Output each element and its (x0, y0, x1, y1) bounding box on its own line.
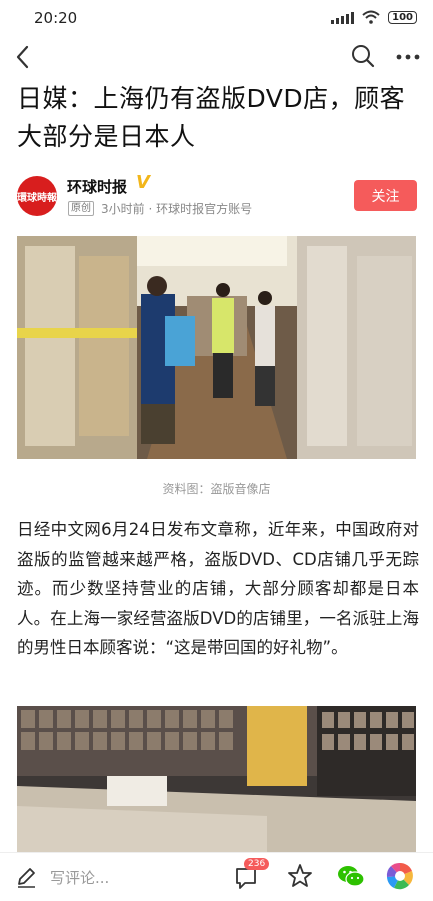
follow-button[interactable]: 关注 (354, 180, 417, 211)
article-image-dvd-racks[interactable] (17, 706, 416, 852)
wechat-icon[interactable] (336, 863, 366, 889)
pen-icon[interactable] (15, 866, 37, 888)
wifi-icon (362, 10, 380, 24)
comment-count-badge: 236 (244, 858, 270, 870)
bottom-action-bar: 写评论... 236 (0, 852, 433, 901)
author-name[interactable]: 环球时报 (67, 176, 127, 197)
comment-input[interactable]: 写评论... (50, 867, 109, 888)
battery-icon: 100 (388, 10, 417, 24)
moments-icon[interactable] (386, 862, 414, 890)
author-row: 環球時報 环球时报 V 原创 3小时前 · 环球时报官方账号 关注 (17, 172, 417, 220)
shop-photo-illustration (17, 236, 416, 459)
dvd-racks-illustration (17, 706, 416, 852)
image-caption: 资料图：盗版音像店 (162, 482, 271, 496)
article-title: 日媒：上海仍有盗版DVD店，顾客大部分是日本人 (17, 84, 406, 151)
article-meta: 3小时前 · 环球时报官方账号 (101, 202, 253, 216)
article-image-shop[interactable] (17, 236, 416, 459)
status-bar: 20:20 100 (0, 0, 433, 36)
original-tag: 原创 (68, 201, 94, 216)
status-time: 20:20 (34, 9, 78, 27)
more-dots-icon[interactable] (393, 43, 423, 69)
status-icons: 100 (331, 10, 417, 24)
signal-icon (331, 11, 355, 24)
avatar[interactable]: 環球時報 (17, 176, 57, 216)
top-nav (0, 38, 433, 78)
article-paragraph: 日经中文网6月24日发布文章称，近年来，中国政府对盗版的监管越来越严格，盗版DV… (17, 520, 419, 657)
verified-v-icon: V (136, 172, 150, 193)
back-arrow-icon[interactable] (12, 42, 34, 72)
search-icon[interactable] (350, 43, 376, 69)
avatar-text: 環球時報 (17, 192, 57, 204)
star-icon[interactable] (287, 863, 313, 889)
